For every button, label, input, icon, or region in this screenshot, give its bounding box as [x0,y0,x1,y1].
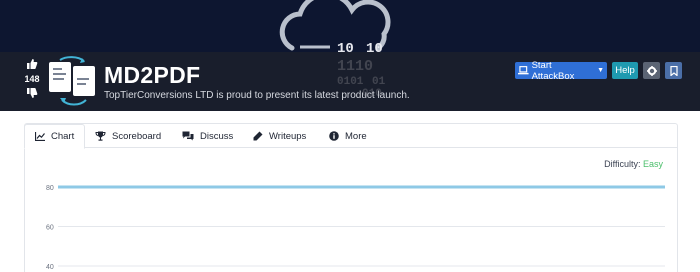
help-button[interactable]: Help [612,62,638,79]
tab-bar: Chart Scoreboard Discuss Writeups More [24,124,677,149]
tab-chart-label: Chart [51,131,75,142]
thumbs-down-icon[interactable] [26,87,38,99]
vote-widget: 148 [18,58,46,99]
room-description: TopTierConversions LTD is proud to prese… [104,90,410,101]
difficulty-value: Easy [642,159,663,169]
tab-scoreboard-label: Scoreboard [112,130,162,142]
y-tick-label: 60 [46,225,54,232]
info-circle-icon [329,131,339,141]
start-attackbox-button[interactable]: Start AttackBox ▼ [515,59,607,82]
difficulty-indicator: Difficulty: Easy [604,159,663,169]
laptop-icon [518,66,529,75]
y-tick-label: 40 [46,264,54,271]
vote-count: 148 [24,74,40,84]
tab-discuss[interactable]: Discuss [182,124,233,148]
y-tick-label: 80 [46,185,54,192]
thumbs-up-icon[interactable] [26,58,38,70]
chart-line-icon [35,132,45,141]
comments-icon [182,131,194,141]
difficulty-label: Difficulty: [604,159,641,169]
room-icon [49,56,95,106]
bookmark-button[interactable] [665,62,682,79]
tab-scoreboard[interactable]: Scoreboard [95,124,161,148]
pen-icon [253,131,263,141]
caret-down-icon[interactable]: ▼ [597,67,604,74]
bookmark-icon [669,65,678,76]
start-attackbox-label: Start AttackBox [531,59,575,82]
trophy-icon [95,131,106,141]
tab-more-label: More [345,130,367,142]
settings-button[interactable] [643,62,660,79]
tab-chart[interactable]: Chart [24,124,86,149]
room-actions: Start AttackBox ▼ Help [515,59,682,82]
difficulty-chart: 80 60 40 [46,185,665,271]
tab-writeups[interactable]: Writeups [253,124,306,148]
tab-more[interactable]: More [329,124,367,148]
tab-discuss-label: Discuss [200,130,234,142]
tab-writeups-label: Writeups [269,130,307,142]
room-content-card: Chart Scoreboard Discuss Writeups More D… [24,123,678,272]
gear-icon [646,65,657,76]
room-title: MD2PDF [104,62,201,88]
